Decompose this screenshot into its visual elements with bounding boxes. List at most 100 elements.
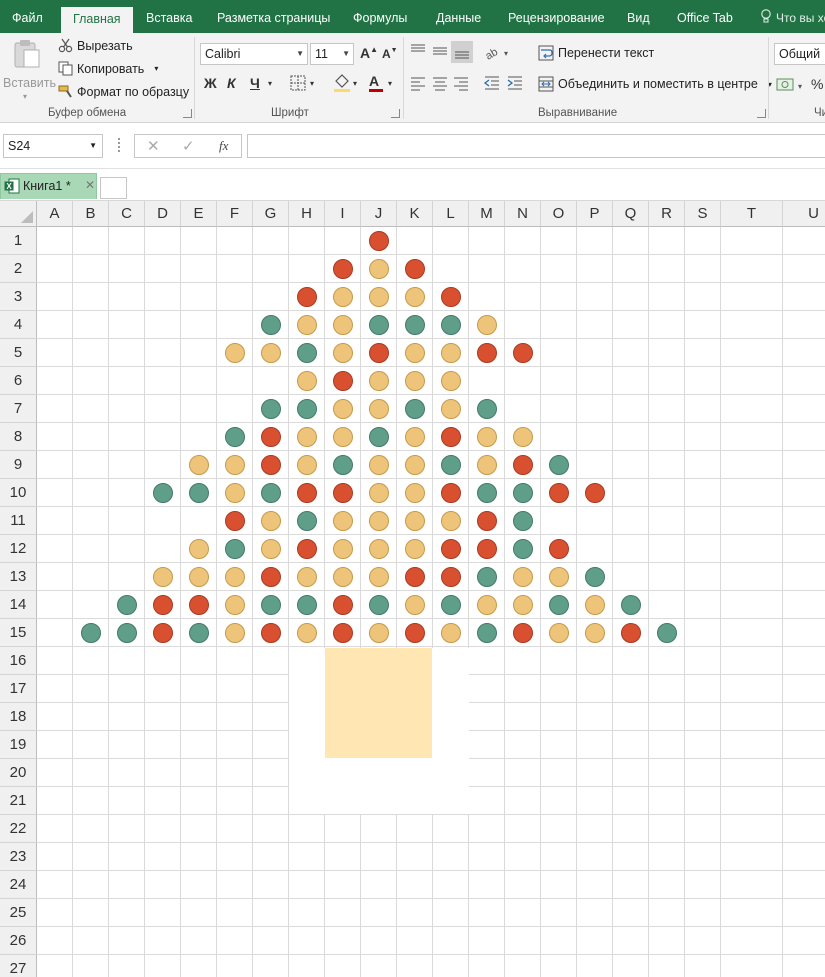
font-family-select[interactable]: Calibri ▼ (200, 43, 308, 65)
tab-insert[interactable]: Вставка (146, 0, 192, 33)
clipboard-launcher-icon[interactable] (183, 109, 192, 118)
underline-button[interactable]: Ч (250, 75, 260, 91)
row-header[interactable]: 27 (0, 955, 37, 977)
fill-color-dropdown-icon[interactable]: ▾ (353, 79, 357, 88)
insert-function-button[interactable]: fx (219, 138, 228, 154)
column-header[interactable]: S (685, 201, 721, 227)
number-format-select[interactable]: Общий (774, 43, 825, 65)
increase-indent-button[interactable] (506, 74, 526, 94)
row-header[interactable]: 26 (0, 927, 37, 955)
merge-center-button[interactable]: Объединить и поместить в центре ▾ (538, 76, 772, 92)
italic-button[interactable]: К (227, 75, 236, 91)
formula-input[interactable] (247, 134, 825, 158)
column-header[interactable]: A (37, 201, 73, 227)
column-header[interactable]: B (73, 201, 109, 227)
align-bottom-button[interactable] (451, 41, 473, 63)
row-header[interactable]: 4 (0, 311, 37, 339)
font-color-button[interactable]: A (369, 73, 383, 92)
row-header[interactable]: 15 (0, 619, 37, 647)
borders-button[interactable] (290, 75, 306, 94)
fill-color-button[interactable] (333, 73, 351, 96)
tab-view[interactable]: Вид (627, 0, 650, 33)
font-size-select[interactable]: 11 ▼ (310, 43, 354, 65)
row-header[interactable]: 25 (0, 899, 37, 927)
borders-dropdown-icon[interactable]: ▾ (310, 79, 314, 88)
column-header[interactable]: T (721, 201, 783, 227)
font-launcher-icon[interactable] (391, 109, 400, 118)
column-header[interactable]: U (783, 201, 825, 227)
grow-font-button[interactable]: A▲ (360, 45, 378, 61)
column-header[interactable]: M (469, 201, 505, 227)
row-header[interactable]: 22 (0, 815, 37, 843)
row-header[interactable]: 16 (0, 647, 37, 675)
align-top-button[interactable] (409, 42, 429, 62)
column-header[interactable]: Q (613, 201, 649, 227)
workbook-tab[interactable]: X Книга1 * ✕ (0, 173, 97, 199)
select-all-corner[interactable] (0, 201, 37, 227)
row-header[interactable]: 23 (0, 843, 37, 871)
row-header[interactable]: 20 (0, 759, 37, 787)
row-header[interactable]: 7 (0, 395, 37, 423)
close-tab-icon[interactable]: ✕ (85, 178, 95, 192)
column-header[interactable]: D (145, 201, 181, 227)
column-header[interactable]: C (109, 201, 145, 227)
column-header[interactable]: O (541, 201, 577, 227)
font-color-dropdown-icon[interactable]: ▾ (388, 79, 392, 88)
column-header[interactable]: J (361, 201, 397, 227)
row-header[interactable]: 2 (0, 255, 37, 283)
decrease-indent-button[interactable] (483, 74, 503, 94)
column-header[interactable]: R (649, 201, 685, 227)
row-header[interactable]: 18 (0, 703, 37, 731)
tab-office-tab[interactable]: Office Tab (677, 0, 733, 33)
column-header[interactable]: P (577, 201, 613, 227)
worksheet[interactable]: A B C D E F G H I J K L M N O P Q R S T U 1 2 3 4 5 6 7 8 9 10 11 12 13 14… (0, 201, 825, 977)
paste-button[interactable]: Вставить ▾ (3, 37, 56, 101)
row-header[interactable]: 12 (0, 535, 37, 563)
tell-me-search[interactable]: Что вы хо (760, 0, 825, 33)
row-header[interactable]: 10 (0, 479, 37, 507)
column-header[interactable]: N (505, 201, 541, 227)
shrink-font-button[interactable]: A▼ (382, 47, 398, 61)
row-header[interactable]: 5 (0, 339, 37, 367)
row-header[interactable]: 9 (0, 451, 37, 479)
align-left-button[interactable] (409, 74, 429, 94)
row-header[interactable]: 19 (0, 731, 37, 759)
row-header[interactable]: 1 (0, 227, 37, 255)
bold-button[interactable]: Ж (204, 75, 217, 91)
tab-formulas[interactable]: Формулы (353, 0, 407, 33)
column-header[interactable]: F (217, 201, 253, 227)
align-center-button[interactable] (431, 74, 451, 94)
row-header[interactable]: 13 (0, 563, 37, 591)
percent-button[interactable]: % (811, 76, 823, 92)
enter-icon[interactable]: ✓ (182, 137, 195, 155)
align-middle-button[interactable] (431, 42, 451, 62)
new-tab-button[interactable] (100, 177, 127, 199)
currency-format-button[interactable]: ▾ (776, 75, 806, 95)
tab-page-layout[interactable]: Разметка страницы (217, 0, 330, 33)
row-header[interactable]: 17 (0, 675, 37, 703)
name-box[interactable]: S24 ▼ (3, 134, 103, 158)
column-header[interactable]: I (325, 201, 361, 227)
column-header[interactable]: L (433, 201, 469, 227)
align-right-button[interactable] (452, 74, 472, 94)
column-header[interactable]: G (253, 201, 289, 227)
wrap-text-button[interactable]: Перенести текст (538, 45, 654, 61)
row-header[interactable]: 8 (0, 423, 37, 451)
column-header[interactable]: K (397, 201, 433, 227)
row-header[interactable]: 3 (0, 283, 37, 311)
format-painter-button[interactable]: Формат по образцу (58, 84, 189, 99)
column-header[interactable]: E (181, 201, 217, 227)
cancel-icon[interactable]: ✕ (147, 137, 160, 155)
underline-dropdown-icon[interactable]: ▾ (268, 79, 272, 88)
copy-button[interactable]: Копировать ▾ (58, 61, 158, 76)
row-header[interactable]: 11 (0, 507, 37, 535)
alignment-launcher-icon[interactable] (757, 109, 766, 118)
tab-data[interactable]: Данные (436, 0, 481, 33)
tab-file[interactable]: Файл (12, 0, 43, 33)
cut-button[interactable]: Вырезать (58, 38, 133, 53)
row-header[interactable]: 21 (0, 787, 37, 815)
row-header[interactable]: 6 (0, 367, 37, 395)
tab-review[interactable]: Рецензирование (508, 0, 605, 33)
row-header[interactable]: 24 (0, 871, 37, 899)
column-header[interactable]: H (289, 201, 325, 227)
